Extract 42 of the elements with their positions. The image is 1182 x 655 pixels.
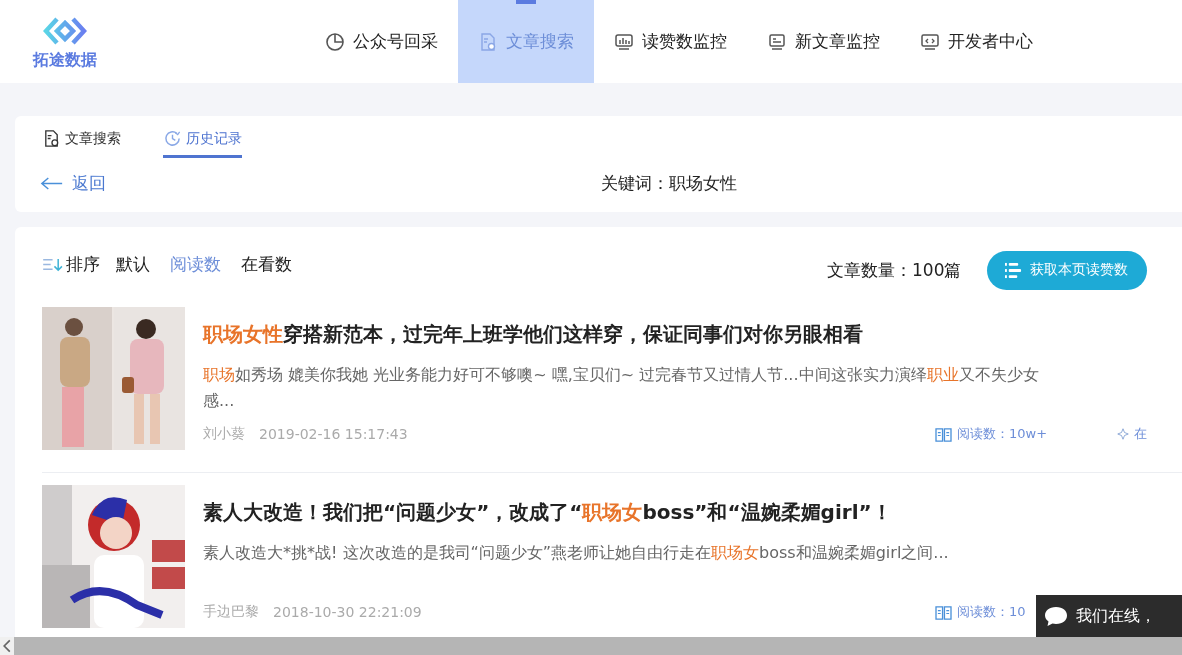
- stat-label: 在: [1117, 425, 1148, 443]
- article-count: 文章数量：100篇: [827, 258, 962, 282]
- book-icon: [935, 426, 952, 442]
- book-icon: [935, 604, 952, 620]
- screen-icon: [767, 31, 787, 52]
- pie-chart-icon: [325, 31, 345, 52]
- tab[interactable]: 历史记录: [163, 126, 242, 158]
- keyword-label: 关键词：职场女性: [601, 172, 737, 195]
- stat-label: 阅读数：10w+: [935, 425, 1048, 443]
- chat-bubble-icon: [1044, 605, 1068, 627]
- article-summary: 职场如秀场 媲美你我她 光业务能力好可不够噢~ 嘿,宝贝们~ 过完春节又过情人节...中间这张实力演绎职业又不失少女感...: [203, 364, 1040, 412]
- article-title[interactable]: 职场女性穿搭新范本，过完年上班学他们这样穿，保证同事们对你另眼相看: [203, 321, 1182, 348]
- star-icon: [1117, 428, 1130, 440]
- scroll-left-icon[interactable]: [0, 637, 14, 655]
- back-arrow-icon: [40, 176, 64, 191]
- list-icon: [1005, 261, 1023, 279]
- stat-label: 阅读数：10: [935, 603, 1026, 621]
- chat-widget[interactable]: 我们在线，: [1036, 595, 1182, 637]
- back-link[interactable]: 返回: [40, 172, 106, 195]
- nav-tab[interactable]: 读赞数监控: [594, 0, 747, 83]
- publish-date: 2018-10-30 22:21:09: [273, 604, 422, 620]
- article-title[interactable]: 素人大改造！我们把“问题少女”，改成了“职场女boss”和“温婉柔媚girl”！: [203, 499, 1182, 526]
- article-summary: 素人改造大*挑*战! 这次改造的是我司“问题少女”燕老师让她自由行走在职场女boss和温婉柔媚girl之间...: [203, 542, 950, 564]
- author-name: 手边巴黎: [203, 603, 259, 621]
- nav-tab[interactable]: 新文章监控: [747, 0, 900, 83]
- document-search-icon: [478, 31, 498, 52]
- tab[interactable]: 文章搜索: [42, 126, 121, 158]
- logo-text: 拓途数据: [33, 50, 97, 71]
- author-name: 刘小葵: [203, 425, 245, 443]
- sort-icon: [42, 256, 65, 272]
- sort-option[interactable]: 在看数: [241, 252, 292, 276]
- publish-date: 2019-02-16 15:17:43: [259, 426, 408, 442]
- history-clock-icon: [163, 129, 182, 148]
- nav-tab[interactable]: 公众号回采: [305, 0, 458, 83]
- logo-icon: [43, 16, 87, 46]
- document-search-icon: [42, 129, 61, 148]
- horizontal-scrollbar[interactable]: [0, 637, 1182, 655]
- bar-monitor-icon: [614, 31, 634, 52]
- sort-label: 排序: [42, 252, 100, 276]
- sort-option[interactable]: 默认: [116, 252, 150, 276]
- nav-tab[interactable]: 开发者中心: [900, 0, 1053, 83]
- code-window-icon: [920, 31, 940, 52]
